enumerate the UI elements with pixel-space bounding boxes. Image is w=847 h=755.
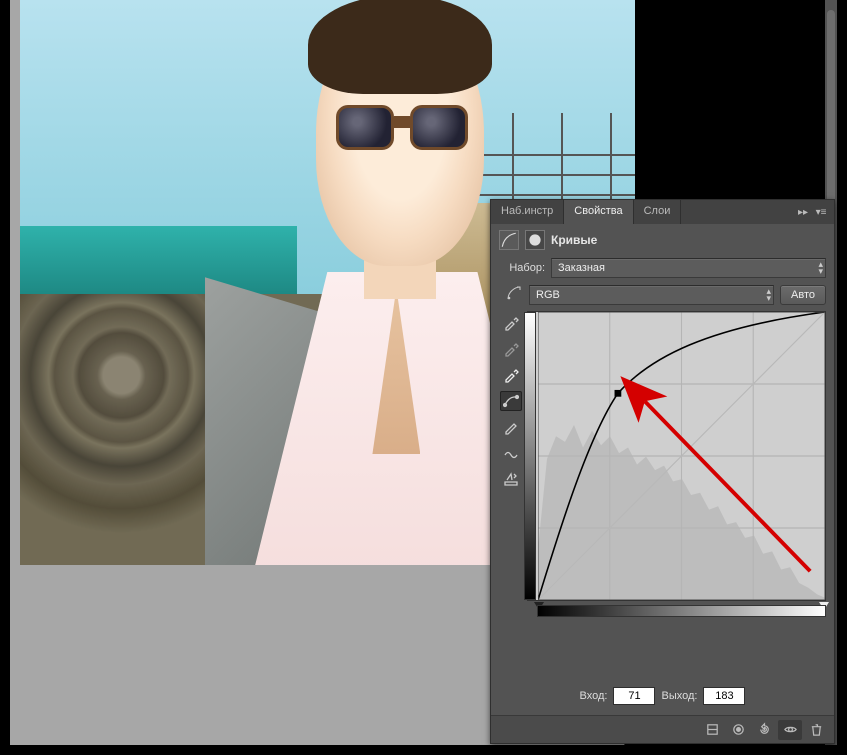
preset-label: Набор: — [499, 262, 545, 274]
eyedropper-gray-icon[interactable] — [500, 339, 522, 359]
channel-select[interactable]: RGB ▴▾ — [529, 285, 774, 305]
clip-warning-icon[interactable] — [500, 469, 522, 489]
channel-value: RGB — [536, 289, 560, 301]
reset-icon[interactable] — [752, 720, 776, 740]
pencil-icon[interactable] — [500, 417, 522, 437]
input-gradient — [537, 605, 826, 617]
eyedropper-white-icon[interactable] — [500, 365, 522, 385]
auto-button[interactable]: Авто — [780, 285, 826, 305]
minimize-icon[interactable]: ▾≡ — [814, 205, 828, 219]
output-value-field[interactable] — [703, 687, 745, 705]
prev-state-icon[interactable] — [726, 720, 750, 740]
output-gradient — [524, 312, 536, 600]
smooth-icon[interactable] — [500, 443, 522, 463]
edit-points-icon[interactable] — [500, 391, 522, 411]
eyedropper-black-icon[interactable] — [500, 313, 522, 333]
input-label: Вход: — [580, 690, 608, 702]
curves-icon — [499, 230, 519, 250]
trash-icon[interactable] — [804, 720, 828, 740]
target-adjust-icon[interactable] — [505, 293, 523, 305]
preset-select[interactable]: Заказная ▴▾ — [551, 258, 826, 278]
properties-panel: Наб.инстр Свойства Слои ▸▸ ▾≡ Кривые Наб… — [490, 199, 835, 744]
clip-to-layer-icon[interactable] — [700, 720, 724, 740]
panel-tabbar: Наб.инстр Свойства Слои ▸▸ ▾≡ — [491, 200, 834, 224]
panel-footer — [491, 715, 834, 743]
chevron-updown-icon: ▴▾ — [766, 288, 769, 302]
eye-icon[interactable] — [778, 720, 802, 740]
tab-layers[interactable]: Слои — [634, 200, 682, 224]
output-label: Выход: — [661, 690, 697, 702]
tab-tool-presets[interactable]: Наб.инстр — [491, 200, 564, 224]
tab-properties[interactable]: Свойства — [564, 200, 633, 224]
curves-graph[interactable] — [527, 311, 826, 601]
preset-value: Заказная — [558, 262, 605, 274]
flyout-menu-icon[interactable]: ▸▸ — [796, 205, 810, 219]
mask-icon[interactable] — [525, 230, 545, 250]
panel-title: Кривые — [551, 233, 597, 247]
input-value-field[interactable] — [613, 687, 655, 705]
chevron-updown-icon: ▴▾ — [818, 261, 821, 275]
